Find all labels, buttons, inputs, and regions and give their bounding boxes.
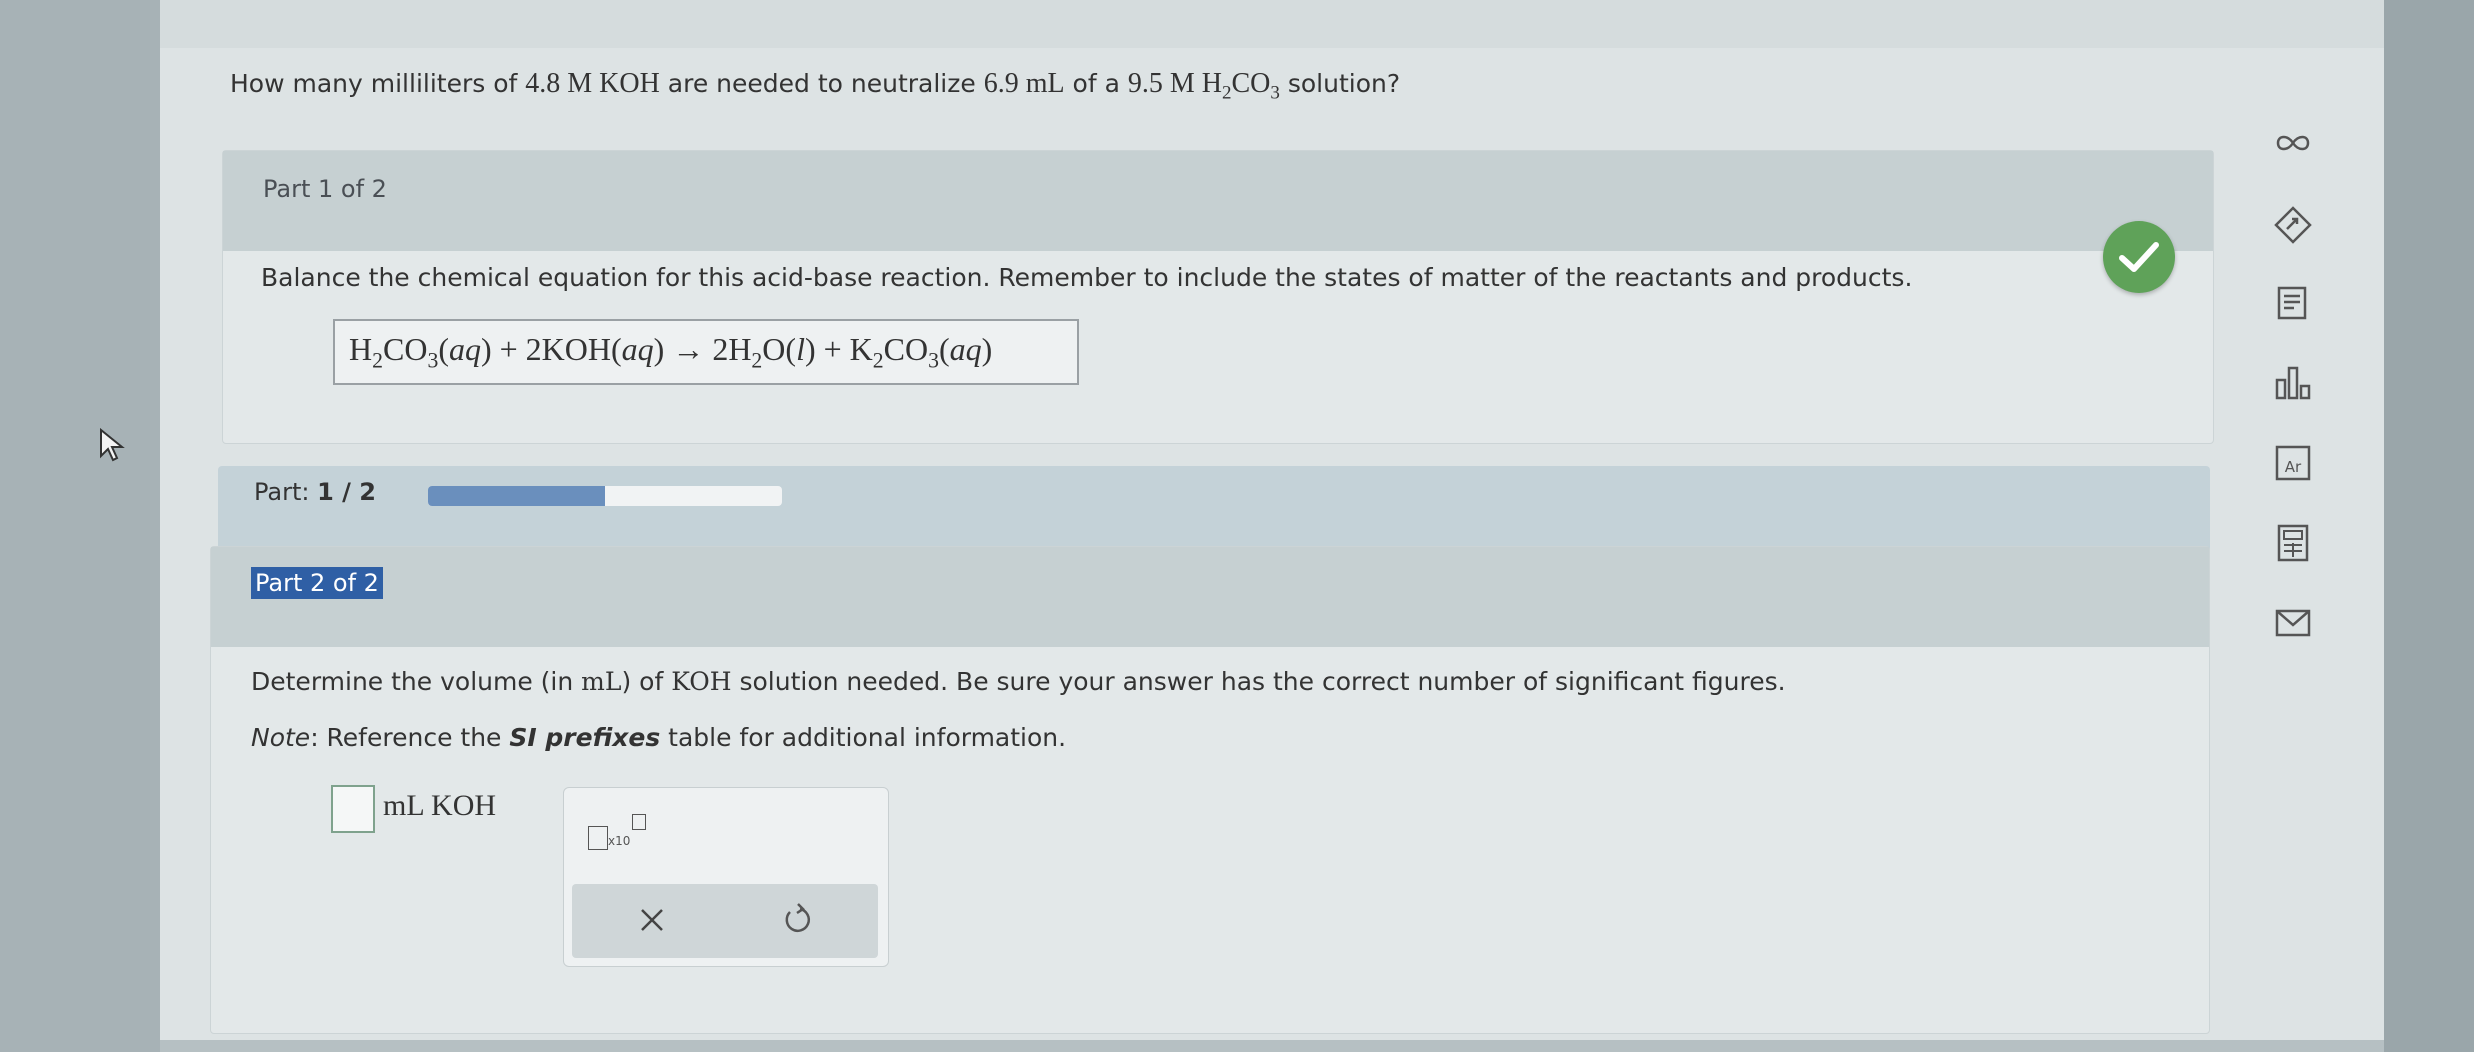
part-1-complete-badge bbox=[2103, 221, 2175, 293]
calculator-button[interactable] bbox=[2270, 520, 2316, 566]
calculator-icon bbox=[2277, 524, 2309, 562]
si-prefixes-link[interactable]: SI prefixes bbox=[509, 723, 660, 752]
part-1-header: Part 1 of 2 bbox=[223, 151, 2213, 251]
balanced-equation: H2CO3(aq) + 2KOH(aq) → 2H2O(l) + K2CO3(a… bbox=[349, 331, 993, 373]
question-text: How many milliliters of 4.8 M KOH are ne… bbox=[230, 68, 1401, 104]
infinity-button[interactable] bbox=[2270, 120, 2316, 166]
answer-unit: mL KOH bbox=[383, 789, 497, 822]
part-2-header: Part 2 of 2 bbox=[211, 547, 2209, 647]
answer-action-bar bbox=[572, 884, 878, 958]
undo-icon bbox=[785, 903, 810, 933]
answer-input[interactable] bbox=[331, 785, 375, 833]
chart-button[interactable] bbox=[2270, 360, 2316, 406]
mail-icon bbox=[2275, 609, 2311, 637]
periodic-table-button[interactable]: Ar bbox=[2270, 440, 2316, 486]
mouse-pointer-icon bbox=[100, 428, 125, 462]
notes-button[interactable] bbox=[2270, 280, 2316, 326]
part-progress: Part: 1 / 2 bbox=[218, 466, 2210, 558]
clear-button[interactable] bbox=[630, 898, 674, 942]
svg-text:Ar: Ar bbox=[2285, 458, 2302, 476]
part-2-title: Part 2 of 2 bbox=[251, 567, 383, 599]
tag-button[interactable] bbox=[2270, 202, 2316, 248]
notes-icon bbox=[2277, 286, 2307, 320]
progress-fill bbox=[428, 486, 605, 506]
infinity-icon bbox=[2276, 135, 2310, 151]
progress-bar bbox=[428, 486, 782, 506]
part-2-note: Note: Reference the SI prefixes table fo… bbox=[251, 723, 1067, 752]
close-icon bbox=[641, 909, 663, 931]
progress-label: Part: 1 / 2 bbox=[254, 478, 376, 506]
check-icon bbox=[2119, 242, 2159, 272]
tag-icon bbox=[2274, 206, 2312, 244]
left-background bbox=[0, 0, 160, 1052]
mail-button[interactable] bbox=[2270, 600, 2316, 646]
part-1-title: Part 1 of 2 bbox=[263, 175, 387, 203]
part-1-panel: Part 1 of 2 Balance the chemical equatio… bbox=[222, 150, 2214, 444]
reaction-arrow: → bbox=[672, 331, 705, 367]
scientific-notation-button[interactable]: x10 bbox=[588, 814, 646, 856]
undo-button[interactable] bbox=[778, 900, 818, 940]
part-2-instruction: Determine the volume (in mL) of KOH solu… bbox=[251, 667, 1786, 696]
chart-icon bbox=[2275, 366, 2311, 400]
periodic-table-icon: Ar bbox=[2275, 445, 2311, 481]
part-1-instruction: Balance the chemical equation for this a… bbox=[261, 263, 1913, 292]
part-2-panel: Part 2 of 2 Determine the volume (in mL)… bbox=[210, 546, 2210, 1034]
balanced-equation-answer[interactable]: H2CO3(aq) + 2KOH(aq) → 2H2O(l) + K2CO3(a… bbox=[333, 319, 1079, 385]
right-background bbox=[2384, 0, 2474, 1052]
answer-tools-panel: x10 bbox=[563, 787, 889, 967]
